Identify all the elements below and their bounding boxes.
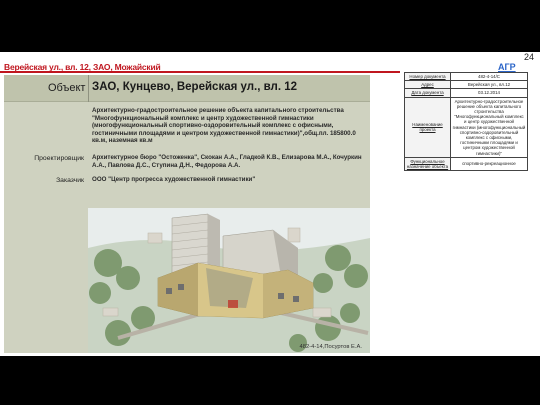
info-key: Функциональное назначение объекта (404, 156, 451, 172)
info-value: 482-4-14/С (450, 71, 528, 82)
designer-label: Проектировщик (34, 155, 84, 162)
info-row: Дата документа 03.12.2014 (404, 88, 528, 98)
agr-link[interactable]: АГР (498, 62, 516, 72)
customer-value: ООО "Центр прогресса художественной гимн… (92, 176, 256, 183)
title-rule (0, 71, 400, 73)
info-row: Адрес Верейская ул., вл.12 (404, 80, 528, 90)
info-value: Верейская ул., вл.12 (450, 80, 528, 90)
info-key: Номер документа (404, 71, 451, 82)
info-row: Функциональное назначение объекта спортив… (404, 156, 528, 172)
info-value: Архитектурно-градостроительное решение о… (450, 96, 528, 158)
info-row: Номер документа 482-4-14/С (404, 71, 528, 82)
render-illustration (88, 208, 370, 353)
object-value: ЗАО, Кунцево, Верейская ул., вл. 12 (92, 81, 298, 93)
info-key: Наименование проекта (404, 96, 451, 158)
page-number: 24 (523, 52, 534, 62)
render-caption: 482-4-14,Посуртов Е.А. (299, 344, 363, 350)
slide: 24 АГР Верейская ул., вл. 12, ЗАО, Можай… (0, 52, 540, 356)
header-divider (88, 75, 89, 102)
object-label: Объект (48, 82, 86, 94)
document-info-table: Номер документа 482-4-14/С Адрес Верейская … (404, 71, 528, 172)
info-row: Наименование проекта Архитектурно-градост… (404, 96, 528, 158)
board-header: Объект ЗАО, Кунцево, Верейская ул., вл. … (4, 75, 370, 102)
architectural-render: 482-4-14,Посуртов Е.А. (88, 208, 370, 353)
designer-value: Архитектурное бюро "Остоженка", Скокан А… (92, 154, 362, 169)
info-key: Дата документа (404, 88, 451, 98)
info-key: Адрес (404, 80, 451, 90)
project-description: Архитектурно-градостроительное решение о… (92, 107, 356, 145)
info-value: 03.12.2014 (450, 88, 528, 98)
customer-label: Заказчик (56, 177, 84, 184)
project-board: Объект ЗАО, Кунцево, Верейская ул., вл. … (4, 75, 370, 353)
info-value: спортивно-рекреационное (450, 156, 528, 172)
